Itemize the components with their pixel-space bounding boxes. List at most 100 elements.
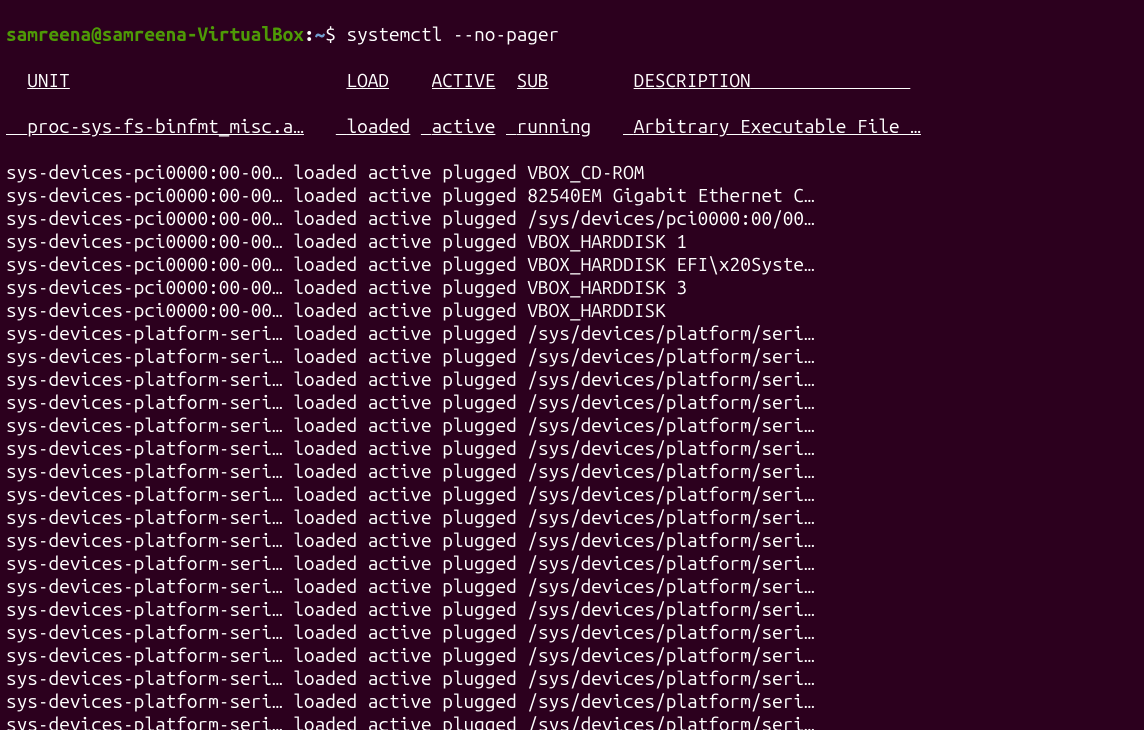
cell-desc: /sys/devices/platform/seri… xyxy=(527,598,814,620)
cell-sub: plugged xyxy=(442,460,516,482)
cell-sub: running xyxy=(517,115,623,138)
cell-active: active xyxy=(432,115,506,138)
cell-load: loaded xyxy=(346,115,420,138)
cell-sub: plugged xyxy=(442,368,516,390)
table-row: sys-devices-platform-seri… loaded active… xyxy=(6,391,1138,414)
table-row: sys-devices-platform-seri… loaded active… xyxy=(6,368,1138,391)
table-row-highlight: proc-sys-fs-binfmt_misc.a… loaded active… xyxy=(6,115,1138,138)
cell-active: active xyxy=(368,437,432,459)
cell-desc: /sys/devices/platform/seri… xyxy=(527,414,814,436)
cell-desc: /sys/devices/platform/seri… xyxy=(527,391,814,413)
cell-unit: sys-devices-platform-seri… xyxy=(6,506,283,528)
cell-sub: plugged xyxy=(442,391,516,413)
col-load: LOAD xyxy=(346,69,420,92)
table-row: sys-devices-platform-seri… loaded active… xyxy=(6,552,1138,575)
cell-desc: /sys/devices/platform/seri… xyxy=(527,621,814,643)
cell-active: active xyxy=(368,667,432,689)
cell-sub: plugged xyxy=(442,299,516,321)
cell-load: loaded xyxy=(293,437,357,459)
cell-desc: VBOX_HARDDISK 3 xyxy=(527,276,687,298)
cell-unit: sys-devices-pci0000:00-00… xyxy=(6,299,283,321)
table-row: sys-devices-pci0000:00-00… loaded active… xyxy=(6,161,1138,184)
cell-unit: sys-devices-platform-seri… xyxy=(6,483,283,505)
cell-sub: plugged xyxy=(442,575,516,597)
cell-desc: VBOX_CD-ROM xyxy=(527,161,644,183)
cell-active: active xyxy=(368,483,432,505)
cell-unit: proc-sys-fs-binfmt_misc.a… xyxy=(27,115,336,138)
table-row: sys-devices-platform-seri… loaded active… xyxy=(6,345,1138,368)
cell-desc: /sys/devices/platform/seri… xyxy=(527,460,814,482)
prompt-user: samreena@samreena-VirtualBox xyxy=(6,23,304,45)
cell-active: active xyxy=(368,506,432,528)
table-header: UNITLOADACTIVESUBDESCRIPTION xyxy=(6,69,1138,92)
prompt-dollar: $ xyxy=(325,23,346,45)
cell-sub: plugged xyxy=(442,184,516,206)
cell-active: active xyxy=(368,529,432,551)
cell-active: active xyxy=(368,598,432,620)
table-row: sys-devices-platform-seri… loaded active… xyxy=(6,575,1138,598)
prompt-colon: : xyxy=(304,23,315,45)
cell-sub: plugged xyxy=(442,345,516,367)
table-row: sys-devices-platform-seri… loaded active… xyxy=(6,483,1138,506)
cell-desc: /sys/devices/platform/seri… xyxy=(527,713,814,730)
table-row: sys-devices-platform-seri… loaded active… xyxy=(6,713,1138,730)
cell-active: active xyxy=(368,207,432,229)
cell-sub: plugged xyxy=(442,483,516,505)
table-row: sys-devices-pci0000:00-00… loaded active… xyxy=(6,253,1138,276)
cell-desc: /sys/devices/platform/seri… xyxy=(527,690,814,712)
cell-load: loaded xyxy=(293,368,357,390)
table-row: sys-devices-platform-seri… loaded active… xyxy=(6,598,1138,621)
cell-active: active xyxy=(368,644,432,666)
cell-unit: sys-devices-platform-seri… xyxy=(6,552,283,574)
command-text: systemctl --no-pager xyxy=(346,23,559,45)
cell-unit: sys-devices-platform-seri… xyxy=(6,690,283,712)
cell-sub: plugged xyxy=(442,322,516,344)
cell-sub: plugged xyxy=(442,207,516,229)
cell-desc: /sys/devices/platform/seri… xyxy=(527,345,814,367)
table-row: sys-devices-pci0000:00-00… loaded active… xyxy=(6,276,1138,299)
cell-load: loaded xyxy=(293,483,357,505)
cell-desc: /sys/devices/pci0000:00/00… xyxy=(527,207,814,229)
cell-unit: sys-devices-platform-seri… xyxy=(6,667,283,689)
cell-sub: plugged xyxy=(442,506,516,528)
cell-load: loaded xyxy=(293,299,357,321)
cell-sub: plugged xyxy=(442,621,516,643)
cell-unit: sys-devices-platform-seri… xyxy=(6,713,283,730)
cell-load: loaded xyxy=(293,644,357,666)
cell-unit: sys-devices-pci0000:00-00… xyxy=(6,253,283,275)
cell-load: loaded xyxy=(293,345,357,367)
cell-unit: sys-devices-platform-seri… xyxy=(6,391,283,413)
cell-load: loaded xyxy=(293,713,357,730)
table-row: sys-devices-platform-seri… loaded active… xyxy=(6,437,1138,460)
table-row: sys-devices-platform-seri… loaded active… xyxy=(6,690,1138,713)
cell-active: active xyxy=(368,552,432,574)
cell-unit: sys-devices-pci0000:00-00… xyxy=(6,161,283,183)
cell-active: active xyxy=(368,322,432,344)
col-sub: SUB xyxy=(517,69,623,92)
table-row: sys-devices-pci0000:00-00… loaded active… xyxy=(6,230,1138,253)
cell-sub: plugged xyxy=(442,690,516,712)
cell-active: active xyxy=(368,690,432,712)
col-desc: DESCRIPTION xyxy=(634,69,751,92)
cell-sub: plugged xyxy=(442,713,516,730)
cell-desc: /sys/devices/platform/seri… xyxy=(527,644,814,666)
cell-load: loaded xyxy=(293,460,357,482)
cell-desc: /sys/devices/platform/seri… xyxy=(527,437,814,459)
col-unit: UNIT xyxy=(27,69,336,92)
cell-load: loaded xyxy=(293,552,357,574)
cell-unit: sys-devices-platform-seri… xyxy=(6,322,283,344)
cell-active: active xyxy=(368,713,432,730)
cell-sub: plugged xyxy=(442,437,516,459)
cell-active: active xyxy=(368,253,432,275)
cell-desc: VBOX_HARDDISK EFI\x20Syste… xyxy=(527,253,814,275)
terminal-window[interactable]: samreena@samreena-VirtualBox:~$ systemct… xyxy=(0,0,1144,730)
cell-load: loaded xyxy=(293,161,357,183)
cell-unit: sys-devices-pci0000:00-00… xyxy=(6,276,283,298)
cell-active: active xyxy=(368,391,432,413)
cell-sub: plugged xyxy=(442,598,516,620)
cell-load: loaded xyxy=(293,230,357,252)
cell-load: loaded xyxy=(293,253,357,275)
table-row: sys-devices-pci0000:00-00… loaded active… xyxy=(6,184,1138,207)
cell-load: loaded xyxy=(293,414,357,436)
cell-desc: /sys/devices/platform/seri… xyxy=(527,322,814,344)
